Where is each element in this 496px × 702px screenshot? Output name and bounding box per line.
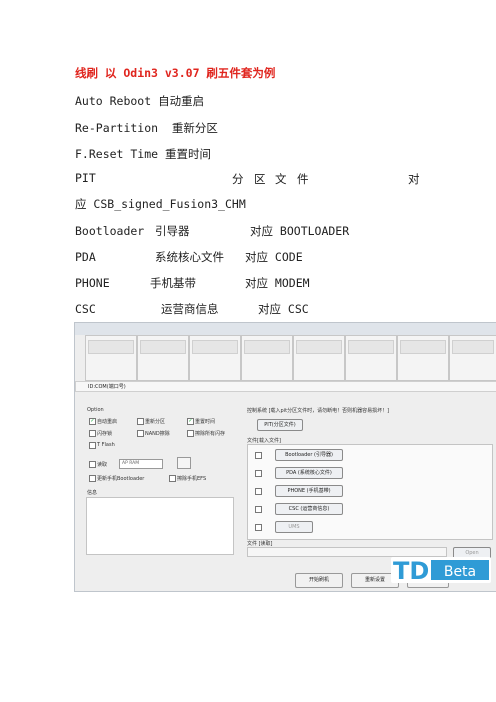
option-text: 重新分区 — [145, 419, 166, 425]
option-text: NAND擦除 — [145, 431, 170, 437]
csc-button[interactable]: CSC (运营商信息) — [275, 503, 343, 515]
mapping-name: Bootloader — [75, 224, 145, 238]
com-slot — [137, 335, 189, 381]
pit-char: 区 — [254, 172, 266, 186]
mapping-target: 对应 BOOTLOADER — [250, 224, 350, 238]
mapping-desc: 系统核心文件 — [155, 250, 224, 264]
ums-button[interactable]: UMS — [275, 521, 313, 533]
com-slot — [85, 335, 137, 381]
re-partition-line: Re-Partition 重新分区 — [75, 121, 218, 135]
mapping-name: CSC — [75, 302, 96, 316]
mapping-desc: 手机基带 — [150, 276, 196, 290]
erase-all-checkbox[interactable] — [187, 430, 194, 437]
file-read-label: 文件 [读取] — [247, 541, 273, 547]
option-text: 重置时间 — [195, 419, 216, 425]
mapping-desc: 引导器 — [155, 224, 190, 238]
option-text: T Flash — [97, 442, 115, 448]
reset-time-line: F.Reset Time 重置时间 — [75, 147, 212, 161]
mapping-name: PHONE — [75, 276, 110, 290]
reset-time-checkbox[interactable]: ✓ — [187, 418, 194, 425]
option-text: 闪存锁 — [97, 431, 113, 437]
nand-erase-checkbox[interactable] — [137, 430, 144, 437]
dump-button[interactable] — [177, 457, 191, 469]
phone-bootloader-label: 更新手机Bootloader — [97, 476, 145, 482]
pit-dui: 对 — [408, 172, 420, 186]
re-partition-checkbox[interactable] — [137, 418, 144, 425]
mapping-target: 对应 CSC — [258, 302, 309, 316]
page-heading: 线刷 以 Odin3 v3.07 刷五件套为例 — [75, 66, 276, 80]
watermark-brand: TD — [393, 557, 429, 583]
pit-char: 文 — [275, 172, 287, 186]
control-text: 控制系统 [载入pit分区文件时，请勿断电！否则机器容易损坏！] — [247, 408, 390, 414]
option-label: Option — [87, 407, 104, 413]
phone-checkbox[interactable] — [255, 488, 262, 495]
files-label: 文件[载入文件] — [247, 438, 281, 444]
phone-bootloader-checkbox[interactable] — [89, 475, 96, 482]
mapping-target: 对应 CODE — [245, 250, 303, 264]
message-box[interactable] — [86, 497, 234, 555]
phone-button[interactable]: PHONE (手机基带) — [275, 485, 343, 497]
id-com-field: ID:COM(端口号) — [75, 381, 496, 392]
option-text: 自动重启 — [97, 419, 118, 425]
td-beta-logo: TD Beta — [391, 557, 491, 585]
com-slot — [189, 335, 241, 381]
flash-lock-checkbox[interactable] — [89, 430, 96, 437]
message-label: 信息 — [87, 490, 98, 496]
csc-checkbox[interactable] — [255, 506, 262, 513]
pit-label: PIT — [75, 171, 96, 185]
com-slot — [241, 335, 293, 381]
auto-reboot-checkbox[interactable]: ✓ — [89, 418, 96, 425]
ums-checkbox[interactable] — [255, 524, 262, 531]
pit-char: 件 — [297, 172, 309, 186]
mapping-name: PDA — [75, 250, 96, 264]
com-slot — [345, 335, 397, 381]
t-flash-checkbox[interactable] — [89, 442, 96, 449]
pit-line: PIT 分 区 文 件 对 — [75, 171, 420, 186]
phone-efs-checkbox[interactable] — [169, 475, 176, 482]
option-text: 擦除所有闪存 — [195, 431, 226, 437]
bootloader-checkbox[interactable] — [255, 452, 262, 459]
td-logo-icon: TD Beta — [391, 557, 491, 585]
auto-reboot-line: Auto Reboot 自动重启 — [75, 94, 205, 108]
odin-screenshot: ID:COM(端口号) Option ✓ 自动重启 重新分区 ✓ 重置时间 闪存… — [74, 322, 496, 592]
odin-title-bar — [75, 323, 496, 335]
com-slot — [449, 335, 496, 381]
pda-button[interactable]: PDA (系统核心文件) — [275, 467, 343, 479]
dump-checkbox[interactable] — [89, 461, 96, 468]
file-read-field[interactable] — [247, 547, 447, 557]
pit-file-button[interactable]: PIT(分区文件) — [257, 419, 303, 431]
com-slot — [293, 335, 345, 381]
pit-continuation: 应 CSB_signed_Fusion3_CHM — [75, 197, 246, 211]
phone-efs-label: 擦除手机EFS — [177, 476, 207, 482]
pda-checkbox[interactable] — [255, 470, 262, 477]
bootloader-button[interactable]: Bootloader (引导器) — [275, 449, 343, 461]
start-button[interactable]: 开始刷机 — [295, 573, 343, 588]
watermark-badge: Beta — [444, 564, 476, 580]
dump-select-value: AP RAM — [122, 461, 140, 466]
mapping-desc: 运营商信息 — [161, 302, 219, 316]
pit-char: 分 — [232, 172, 244, 186]
dump-select[interactable]: AP RAM — [119, 459, 163, 469]
mapping-target: 对应 MODEM — [245, 276, 310, 290]
dump-label: 读取 — [97, 462, 108, 468]
com-slot — [397, 335, 449, 381]
